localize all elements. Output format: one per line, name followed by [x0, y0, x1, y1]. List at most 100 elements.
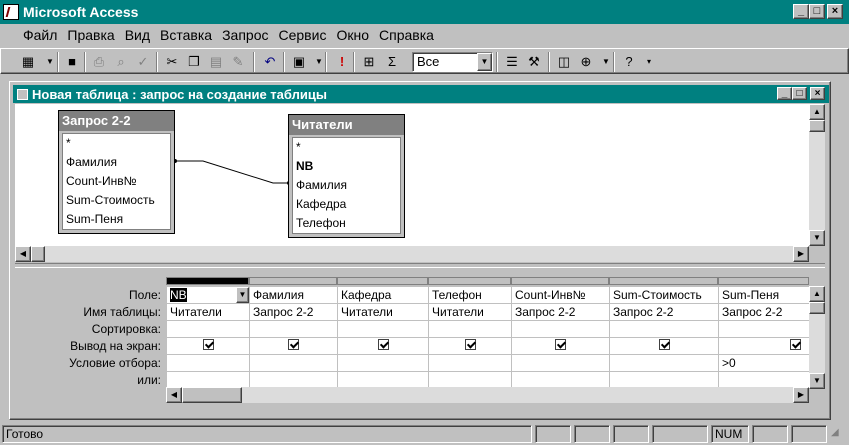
save-icon[interactable]: ■: [61, 52, 83, 72]
field-item[interactable]: Фамилия: [63, 153, 170, 172]
child-maximize-button[interactable]: □: [792, 87, 807, 100]
column-selector[interactable]: [511, 277, 609, 285]
criteria-cell[interactable]: [428, 354, 512, 372]
sort-cell[interactable]: [337, 320, 429, 338]
field-list-title[interactable]: Запрос 2-2: [59, 111, 174, 131]
column-selector[interactable]: [249, 277, 337, 285]
spelling-icon[interactable]: ✓: [132, 52, 154, 72]
menu-edit[interactable]: Правка: [62, 27, 119, 43]
sort-cell[interactable]: [428, 320, 512, 338]
copy-icon[interactable]: ❐: [183, 52, 205, 72]
pane-splitter[interactable]: [15, 263, 825, 268]
menu-view[interactable]: Вид: [120, 27, 155, 43]
table-cell[interactable]: Запрос 2-2: [609, 303, 719, 321]
chevron-down-icon[interactable]: ▼: [477, 53, 492, 71]
field-list-title[interactable]: Читатели: [289, 115, 404, 135]
column-selector[interactable]: [718, 277, 809, 285]
scroll-up-icon[interactable]: ▲: [809, 104, 825, 120]
table-area-vscrollbar[interactable]: ▲ ▼: [809, 104, 825, 246]
new-object-icon[interactable]: ⊕: [575, 52, 597, 72]
field-item[interactable]: Sum-Стоимость: [63, 191, 170, 210]
child-minimize-button[interactable]: _: [777, 87, 792, 100]
undo-icon[interactable]: ↶: [259, 52, 281, 72]
menu-query[interactable]: Запрос: [217, 27, 273, 43]
table-cell[interactable]: Запрос 2-2: [511, 303, 610, 321]
column-selector[interactable]: [166, 277, 249, 285]
show-table-icon[interactable]: ⊞: [358, 52, 380, 72]
sort-cell[interactable]: [249, 320, 338, 338]
query-type-icon[interactable]: ▣: [288, 52, 310, 72]
or-cell[interactable]: [249, 371, 338, 389]
field-item[interactable]: *: [63, 134, 170, 153]
scroll-down-icon[interactable]: ▼: [809, 230, 825, 246]
field-item[interactable]: Телефон: [293, 214, 400, 233]
criteria-cell[interactable]: [166, 354, 250, 372]
cut-icon[interactable]: ✂: [161, 52, 183, 72]
sort-cell[interactable]: [718, 320, 810, 338]
field-item[interactable]: Sum-Пеня: [63, 210, 170, 229]
chevron-down-icon[interactable]: ▼: [236, 287, 249, 303]
menu-tools[interactable]: Сервис: [274, 27, 332, 43]
table-cell[interactable]: Запрос 2-2: [718, 303, 810, 321]
criteria-cell[interactable]: [249, 354, 338, 372]
or-cell[interactable]: [511, 371, 610, 389]
table-cell[interactable]: Читатели: [166, 303, 250, 321]
show-checkbox[interactable]: [288, 339, 299, 350]
show-checkbox[interactable]: [555, 339, 566, 350]
print-preview-icon[interactable]: ⌕: [110, 52, 132, 72]
criteria-cell[interactable]: [511, 354, 610, 372]
sort-cell[interactable]: [511, 320, 610, 338]
grid-vscrollbar[interactable]: ▲ ▼: [809, 286, 825, 389]
field-cell[interactable]: Sum-Пеня: [718, 286, 810, 304]
scroll-left-icon[interactable]: ◀: [15, 246, 31, 262]
top-values-combo[interactable]: Все ▼: [412, 52, 493, 72]
field-list-query-2-2[interactable]: Запрос 2-2 * Фамилия Count-Инв№ Sum-Стои…: [58, 110, 175, 234]
scroll-thumb[interactable]: [809, 120, 825, 132]
build-icon[interactable]: ⚒: [523, 52, 545, 72]
scroll-right-icon[interactable]: ▶: [793, 387, 809, 403]
scroll-left-icon[interactable]: ◀: [166, 387, 182, 403]
field-cell[interactable]: Телефон: [428, 286, 512, 304]
show-checkbox[interactable]: [790, 339, 801, 350]
view-icon[interactable]: ▦: [17, 52, 39, 72]
field-item[interactable]: Кафедра: [293, 195, 400, 214]
scroll-down-icon[interactable]: ▼: [809, 373, 825, 389]
help-icon[interactable]: ?: [618, 52, 640, 72]
menu-file[interactable]: Файл: [18, 27, 62, 43]
column-selector[interactable]: [428, 277, 511, 285]
scroll-right-icon[interactable]: ▶: [793, 246, 809, 262]
column-selector[interactable]: [337, 277, 428, 285]
menu-help[interactable]: Справка: [374, 27, 439, 43]
scroll-up-icon[interactable]: ▲: [809, 286, 825, 302]
table-cell[interactable]: Запрос 2-2: [249, 303, 338, 321]
or-cell[interactable]: [166, 371, 250, 389]
field-item[interactable]: Фамилия: [293, 176, 400, 195]
field-list-readers[interactable]: Читатели * NB Фамилия Кафедра Телефон: [288, 114, 405, 238]
column-selector[interactable]: [609, 277, 718, 285]
field-item[interactable]: Count-Инв№: [63, 172, 170, 191]
criteria-cell[interactable]: [337, 354, 429, 372]
table-area-hscrollbar[interactable]: ◀ ▶: [15, 246, 809, 262]
or-cell[interactable]: [609, 371, 719, 389]
show-checkbox[interactable]: [377, 339, 389, 350]
field-cell[interactable]: Кафедра: [337, 286, 429, 304]
criteria-cell[interactable]: >0: [718, 354, 810, 372]
paste-icon[interactable]: ▤: [205, 52, 227, 72]
resize-grip-icon[interactable]: ◢: [831, 427, 847, 443]
field-cell[interactable]: NB ▼: [166, 286, 250, 304]
scroll-thumb[interactable]: [809, 302, 825, 314]
grid-hscrollbar[interactable]: ◀ ▶: [166, 387, 809, 403]
field-cell[interactable]: Фамилия: [249, 286, 338, 304]
menu-window[interactable]: Окно: [331, 27, 374, 43]
show-checkbox[interactable]: [464, 339, 476, 350]
field-item[interactable]: *: [293, 138, 400, 157]
run-icon[interactable]: !: [331, 52, 353, 72]
maximize-button[interactable]: □: [809, 4, 825, 19]
or-cell[interactable]: [718, 371, 810, 389]
close-button[interactable]: ×: [827, 4, 843, 19]
or-cell[interactable]: [337, 371, 429, 389]
properties-icon[interactable]: ☰: [501, 52, 523, 72]
minimize-button[interactable]: _: [793, 4, 809, 19]
totals-icon[interactable]: Σ: [381, 52, 403, 72]
menu-insert[interactable]: Вставка: [155, 27, 217, 43]
